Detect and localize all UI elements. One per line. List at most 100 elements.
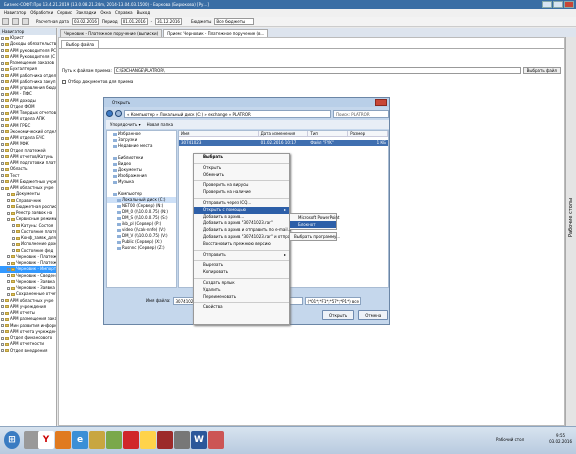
expand-icon[interactable] (7, 292, 10, 296)
expand-icon[interactable] (7, 199, 10, 203)
desktop-label[interactable]: Рабочий стол (496, 437, 524, 442)
menu-item[interactable]: Окна (100, 9, 111, 17)
context-menu-item[interactable]: Копировать (194, 269, 289, 276)
menu-item[interactable]: Сервис (57, 9, 72, 17)
context-menu-item[interactable]: Добавить в архив "30741023.rar" (194, 220, 289, 227)
expand-icon[interactable] (1, 86, 4, 90)
word-icon[interactable]: W (191, 431, 207, 449)
app-dark-icon[interactable] (157, 431, 173, 449)
choose-file-button[interactable]: Выбрать файл (522, 66, 561, 74)
context-menu-item[interactable]: Открыть с помощью ▸ (194, 206, 289, 214)
minimize-button[interactable] (542, 1, 552, 8)
expand-icon[interactable] (1, 167, 4, 171)
context-menu-item[interactable]: Обменить (194, 172, 289, 179)
expand-icon[interactable] (1, 336, 4, 340)
tab-draft-payment[interactable]: Черновик - Платежное поручение (выписки) (60, 29, 163, 37)
app-gray-icon[interactable] (174, 431, 190, 449)
menu-item[interactable]: Выход (137, 9, 150, 17)
filetype-select[interactable]: (*01*;*F1*;*57*;*P1*) все файлы (*.*) (304, 296, 361, 305)
expand-icon[interactable] (7, 274, 10, 278)
expand-icon[interactable] (7, 217, 10, 221)
menu-item[interactable]: Справка (115, 9, 133, 17)
cancel-button[interactable]: Отмена (358, 310, 389, 320)
expand-icon[interactable] (1, 349, 4, 353)
expand-icon[interactable] (1, 67, 4, 71)
expand-icon[interactable] (1, 49, 4, 53)
app-red-icon[interactable] (123, 431, 139, 449)
expand-icon[interactable] (1, 155, 4, 159)
close-button[interactable] (564, 1, 574, 8)
start-button[interactable]: ⊞ (4, 431, 20, 449)
back-icon[interactable] (2, 18, 9, 25)
context-menu-item[interactable]: Открыть (194, 165, 289, 172)
app-yellow-icon[interactable] (140, 431, 156, 449)
context-menu-item[interactable]: Вырезать (194, 262, 289, 269)
back-arrow-icon[interactable] (106, 110, 113, 117)
maximize-button[interactable] (553, 1, 563, 8)
context-menu-item[interactable]: Переименовать (194, 294, 289, 301)
media-icon[interactable] (106, 431, 122, 449)
expand-icon[interactable] (1, 174, 4, 178)
expand-icon[interactable] (1, 136, 4, 140)
nav-item[interactable]: Отдел внедрения (0, 348, 56, 354)
budget-select[interactable]: Все бюджеты (214, 18, 255, 25)
context-menu-item[interactable]: Добавить в архив... (194, 214, 289, 221)
expand-icon[interactable] (1, 74, 4, 78)
expand-icon[interactable] (1, 42, 4, 46)
expand-icon[interactable] (7, 261, 10, 265)
context-menu-item[interactable]: Проверить на вирусы (194, 182, 289, 189)
menu-item[interactable]: Закладки (76, 9, 96, 17)
expand-icon[interactable] (1, 36, 4, 40)
address-bar[interactable]: « Компьютер » Локальный диск (C:) » exch… (124, 109, 331, 118)
choose-program-item[interactable]: Выбрать программу... (290, 233, 340, 240)
submenu-powerpoint[interactable]: Microsoft PowerPoint (290, 214, 340, 221)
expand-icon[interactable] (1, 111, 4, 115)
expand-icon[interactable] (7, 267, 10, 271)
context-menu-item[interactable]: Добавить в архив и отправить по e-mail..… (194, 227, 291, 234)
expand-icon[interactable] (1, 299, 4, 303)
to-date-field[interactable]: 31.12.2016 (155, 18, 182, 25)
context-menu-item[interactable]: Проверить на наличие (194, 189, 289, 196)
expand-icon[interactable] (1, 186, 4, 190)
expand-icon[interactable] (1, 117, 4, 121)
expand-icon[interactable] (12, 230, 15, 234)
expand-icon[interactable] (1, 311, 4, 315)
firefox-icon[interactable] (55, 431, 71, 449)
context-menu-item[interactable]: Создать ярлык (194, 280, 289, 287)
col-date[interactable]: Дата изменения (259, 131, 309, 136)
forward-icon[interactable] (12, 18, 19, 25)
expand-icon[interactable] (12, 224, 15, 228)
app-pink-icon[interactable] (208, 431, 224, 449)
dialog-close-button[interactable] (375, 99, 387, 106)
desktops-strip[interactable]: Рабочие столы (565, 37, 576, 426)
expand-icon[interactable] (1, 342, 4, 346)
context-menu-item[interactable]: Удалить (194, 287, 289, 294)
expand-icon[interactable] (1, 305, 4, 309)
expand-icon[interactable] (1, 105, 4, 109)
folder-icon[interactable] (89, 431, 105, 449)
col-type[interactable]: Тип (308, 131, 349, 136)
period-date-field[interactable]: 03.02.2016 (71, 18, 99, 25)
expand-icon[interactable] (7, 280, 10, 284)
expand-icon[interactable] (1, 161, 4, 165)
expand-icon[interactable] (1, 124, 4, 128)
context-menu-item[interactable]: Свойства (194, 304, 289, 311)
expand-icon[interactable] (7, 286, 10, 290)
expand-icon[interactable] (1, 92, 4, 96)
expand-icon[interactable] (7, 211, 10, 215)
open-button[interactable]: Открыть (322, 310, 355, 320)
from-date-field[interactable]: 01.01.2016 (120, 18, 148, 25)
context-menu-item[interactable]: Выбрать (194, 154, 289, 161)
expand-icon[interactable] (1, 324, 4, 328)
file-row[interactable]: 30741023 01.02.2016 10:17 Файл "FYK" 1 К… (179, 140, 388, 146)
filter-checkbox[interactable] (62, 79, 66, 84)
expand-icon[interactable] (7, 255, 10, 259)
expand-icon[interactable] (7, 192, 10, 196)
expand-icon[interactable] (1, 142, 4, 146)
expand-icon[interactable] (12, 242, 15, 246)
context-menu-item[interactable]: Отправить через ICQ... (194, 200, 289, 207)
expand-icon[interactable] (1, 61, 4, 65)
col-size[interactable]: Размер (348, 131, 388, 136)
tab-choose-file[interactable]: Выбор файла (61, 40, 100, 48)
col-name[interactable]: Имя (179, 131, 259, 136)
